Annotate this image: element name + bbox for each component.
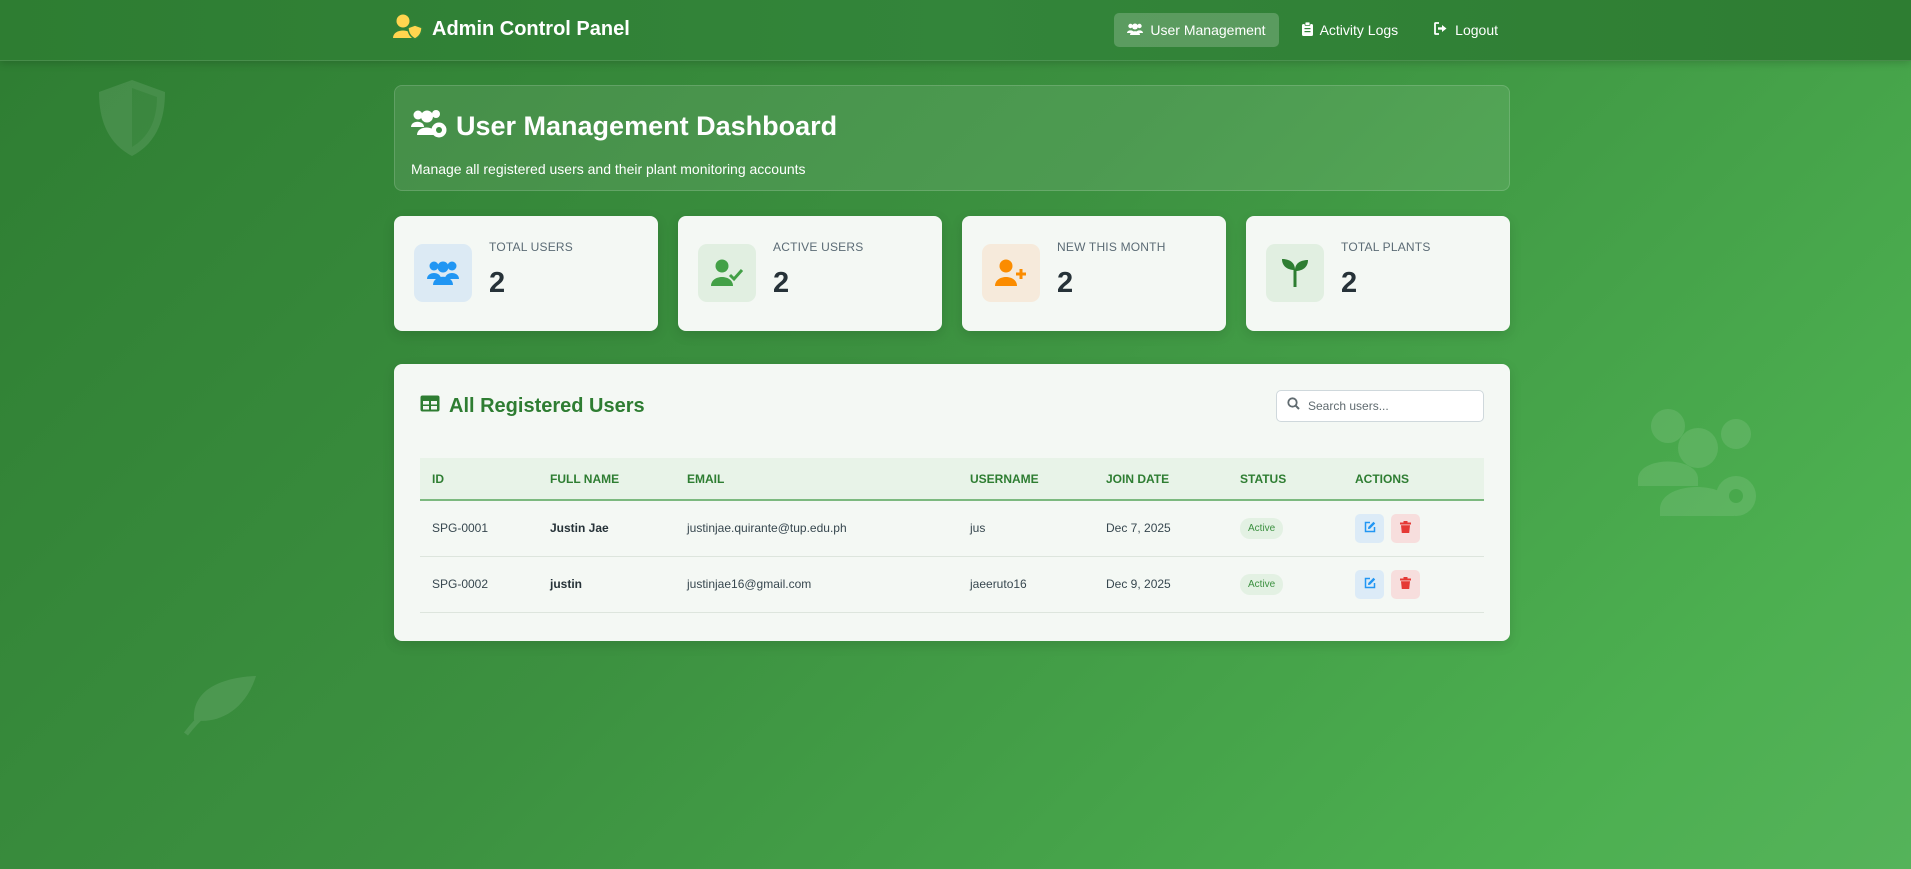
- users-icon: [414, 244, 472, 302]
- table-header-row: ID FULL NAME EMAIL USERNAME JOIN DATE ST…: [420, 458, 1484, 500]
- search-input[interactable]: [1308, 399, 1468, 413]
- row-actions: [1355, 569, 1484, 599]
- user-id: SPG-0002: [420, 556, 538, 613]
- users-cog-bg-icon: [1638, 409, 1756, 516]
- trash-icon: [1400, 576, 1411, 592]
- stat-value: 2: [489, 267, 506, 299]
- trash-icon: [1400, 520, 1411, 536]
- nav-links: User Management Activity Logs Logout: [1114, 13, 1511, 47]
- edit-user-button[interactable]: [1355, 513, 1384, 543]
- brand-title: Admin Control Panel: [432, 18, 630, 40]
- top-navbar: Admin Control Panel User Management Acti…: [0, 0, 1911, 61]
- table-row[interactable]: SPG-0002 justin justinjae16@gmail.com ja…: [420, 556, 1484, 613]
- user-check-icon: [698, 244, 756, 302]
- column-header[interactable]: FULL NAME: [538, 458, 675, 500]
- status-badge: Active: [1240, 517, 1284, 539]
- column-header: ACTIONS: [1355, 471, 1409, 486]
- search-icon: [1287, 397, 1300, 415]
- stat-label: NEW THIS MONTH: [1057, 240, 1166, 254]
- seedling-icon: [1266, 244, 1324, 302]
- user-email: justinjae16@gmail.com: [675, 556, 958, 613]
- stat-card-total-plants: TOTAL PLANTS 2: [1246, 216, 1510, 331]
- nav-user-management[interactable]: User Management: [1114, 13, 1279, 47]
- user-join-date: Dec 7, 2025: [1094, 500, 1228, 557]
- stat-card-active-users: ACTIVE USERS 2: [678, 216, 942, 331]
- user-join-date: Dec 9, 2025: [1094, 556, 1228, 613]
- nav-logout-label: Logout: [1455, 22, 1498, 38]
- search-box[interactable]: [1276, 390, 1484, 422]
- nav-logout[interactable]: Logout: [1421, 13, 1511, 47]
- user-full-name: Justin Jae: [538, 500, 675, 557]
- nav-activity-logs-label: Activity Logs: [1319, 22, 1399, 38]
- dashboard-header: User Management Dashboard Manage all reg…: [394, 85, 1510, 191]
- edit-icon: [1364, 521, 1376, 536]
- stat-card-new-this-month: NEW THIS MONTH 2: [962, 216, 1226, 331]
- user-plus-icon: [982, 244, 1040, 302]
- users-cog-icon: [411, 108, 447, 145]
- users-panel-title-text: All Registered Users: [449, 394, 645, 417]
- users-table: ID FULL NAME EMAIL USERNAME JOIN DATE ST…: [420, 458, 1484, 613]
- user-id: SPG-0001: [420, 500, 538, 557]
- column-header[interactable]: EMAIL: [675, 458, 958, 500]
- edit-user-button[interactable]: [1355, 569, 1384, 599]
- page-title-text: User Management Dashboard: [456, 111, 838, 141]
- stat-label: TOTAL PLANTS: [1341, 240, 1431, 254]
- column-header[interactable]: USERNAME: [958, 458, 1094, 500]
- row-actions: [1355, 513, 1484, 543]
- stat-card-total-users: TOTAL USERS 2: [394, 216, 658, 331]
- user-username: jus: [958, 500, 1094, 557]
- brand[interactable]: Admin Control Panel: [393, 14, 630, 45]
- leaf-bg-icon: [184, 676, 256, 736]
- page-title: User Management Dashboard: [411, 108, 1493, 145]
- stat-value: 2: [773, 267, 790, 299]
- table-row[interactable]: SPG-0001 Justin Jae justinjae.quirante@t…: [420, 500, 1484, 557]
- stat-label: ACTIVE USERS: [773, 240, 864, 254]
- user-shield-icon: [393, 14, 423, 45]
- status-badge: Active: [1240, 573, 1284, 595]
- sign-out-icon: [1434, 22, 1448, 38]
- users-panel: All Registered Users ID FULL NAME EMAIL …: [394, 364, 1510, 641]
- stat-value: 2: [1341, 267, 1358, 299]
- table-icon: [420, 395, 440, 418]
- shield-bg-icon: [99, 80, 165, 156]
- users-icon: [1127, 22, 1144, 38]
- nav-user-management-label: User Management: [1150, 22, 1266, 38]
- delete-user-button[interactable]: [1391, 569, 1420, 599]
- column-header[interactable]: JOIN DATE: [1094, 458, 1228, 500]
- column-header[interactable]: ID: [420, 458, 538, 500]
- column-header[interactable]: STATUS: [1228, 458, 1343, 500]
- user-username: jaeeruto16: [958, 556, 1094, 613]
- stat-value: 2: [1057, 267, 1074, 299]
- nav-activity-logs[interactable]: Activity Logs: [1289, 13, 1412, 47]
- stats-row: TOTAL USERS 2 ACTIVE USERS 2 NEW THIS MO…: [394, 216, 1510, 331]
- user-full-name: justin: [538, 556, 675, 613]
- page-subtitle: Manage all registered users and their pl…: [411, 161, 806, 177]
- edit-icon: [1364, 577, 1376, 592]
- users-panel-title: All Registered Users: [420, 395, 645, 418]
- delete-user-button[interactable]: [1391, 513, 1420, 543]
- user-email: justinjae.quirante@tup.edu.ph: [675, 500, 958, 557]
- stat-label: TOTAL USERS: [489, 240, 573, 254]
- clipboard-icon: [1301, 21, 1313, 39]
